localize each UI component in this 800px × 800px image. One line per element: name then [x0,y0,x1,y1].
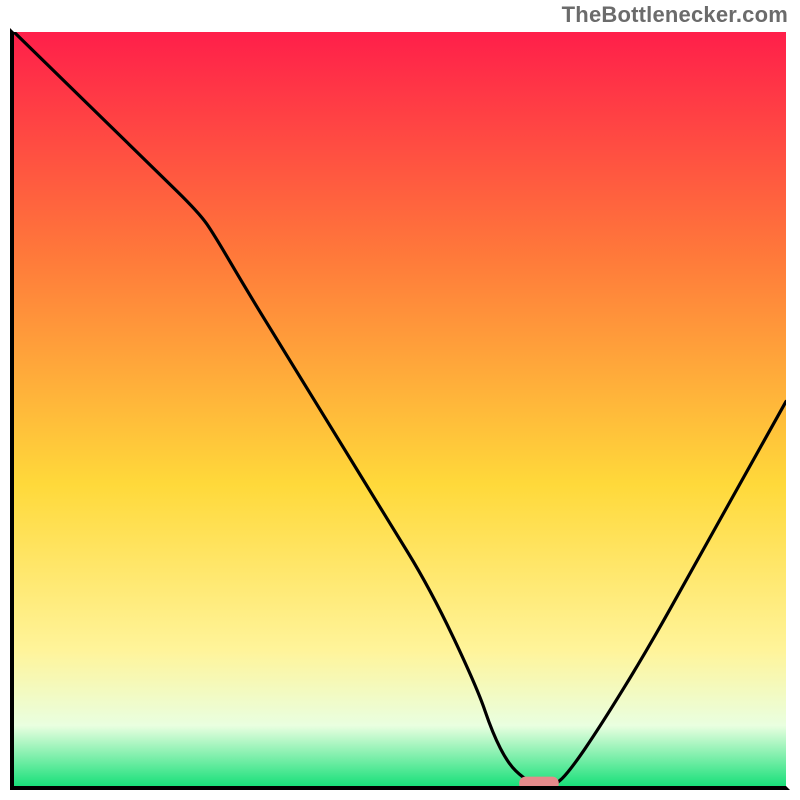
plot-area [10,28,790,790]
bottleneck-chart [14,32,786,786]
optimum-marker [520,777,559,786]
chart-frame: TheBottlenecker.com [0,0,800,800]
attribution-text: TheBottlenecker.com [562,2,788,28]
